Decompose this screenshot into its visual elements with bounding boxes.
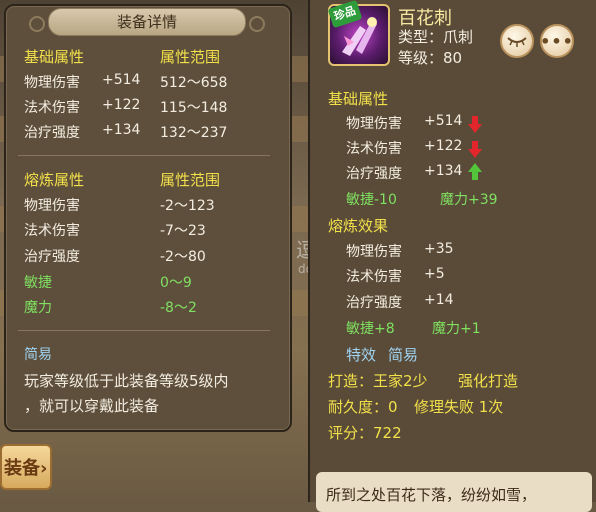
special-effect-value: 简易 (388, 346, 419, 364)
item-base-name: 物理伤害 (346, 116, 402, 132)
base-attr-name: 治疗强度 (24, 125, 80, 141)
simple-text-line2: ，就可以穿戴此装备 (24, 397, 160, 415)
refine-attr-range: -8～2 (160, 300, 197, 316)
craft-line: 打造：王家2少 (328, 372, 428, 390)
item-refine-name: 物理伤害 (346, 244, 402, 260)
chevron-right-icon: › (40, 458, 48, 479)
item-level: 等级：80 (398, 49, 463, 67)
base-attr-name: 物理伤害 (24, 75, 80, 91)
arrow-down-icon (468, 141, 482, 158)
item-description: 所到之处百花下落，纷纷如雪， (316, 472, 592, 512)
durability-line: 耐久度：0 (328, 398, 398, 416)
equipment-detail-title: 装备详情 (29, 8, 265, 36)
special-effect-label: 特效 (346, 346, 377, 364)
more-button[interactable]: ••• (540, 24, 574, 58)
item-base-value: +122 (424, 138, 463, 154)
arrow-down-icon (468, 116, 482, 133)
item-refine-name: 法术伤害 (346, 269, 402, 285)
divider (18, 155, 270, 156)
item-refine-extra: 敏捷+8 (346, 321, 395, 337)
equipment-detail-panel (4, 4, 292, 432)
item-base-header: 基础属性 (328, 90, 389, 108)
base-attr-value: +122 (102, 97, 141, 113)
base-attr-header: 基础属性 (24, 48, 85, 66)
equip-side-button-label: 装备 (4, 458, 40, 479)
item-refine-name: 治疗强度 (346, 295, 402, 311)
refine-attr-range: 0～9 (160, 275, 192, 291)
item-base-extra: 魔力+39 (440, 192, 498, 208)
arrow-up-icon (468, 163, 482, 180)
item-refine-value: +5 (424, 266, 445, 282)
repair-line: 修理失败 1次 (414, 398, 504, 416)
item-base-extra: 敏捷-10 (346, 192, 397, 208)
item-base-value: +134 (424, 163, 463, 179)
item-refine-header: 熔炼效果 (328, 217, 389, 235)
eye-closed-icon (507, 37, 527, 47)
item-refine-value: +35 (424, 241, 454, 257)
item-base-value: +514 (424, 113, 463, 129)
refine-attr-name: 敏捷 (24, 275, 52, 291)
refine-attr-range: -2～123 (160, 198, 215, 214)
refine-attr-header: 熔炼属性 (24, 171, 85, 189)
base-attr-range: 115～148 (160, 100, 228, 116)
simple-header: 简易 (24, 347, 52, 363)
divider (18, 330, 270, 331)
refine-attr-name: 魔力 (24, 300, 52, 316)
refine-attr-name: 治疗强度 (24, 249, 80, 265)
item-base-name: 治疗强度 (346, 166, 402, 182)
refine-attr-range: -2～80 (160, 249, 206, 265)
item-refine-value: +14 (424, 292, 454, 308)
base-attr-range: 132～237 (160, 125, 228, 141)
refine-attr-name: 法术伤害 (24, 223, 80, 239)
base-range-header: 属性范围 (160, 48, 221, 66)
hide-button[interactable] (500, 24, 534, 58)
base-attr-name: 法术伤害 (24, 100, 80, 116)
refine-attr-name: 物理伤害 (24, 198, 80, 214)
base-attr-range: 512～658 (160, 75, 228, 91)
craft-extra: 强化打造 (458, 372, 519, 390)
more-icon: ••• (540, 31, 574, 51)
base-attr-value: +514 (102, 72, 141, 88)
item-refine-extra: 魔力+1 (432, 321, 481, 337)
item-type: 类型：爪刺 (398, 28, 474, 46)
score-line: 评分：722 (328, 424, 402, 442)
equip-side-button[interactable]: 装备› (0, 444, 52, 490)
item-base-name: 法术伤害 (346, 141, 402, 157)
simple-text-line1: 玩家等级低于此装备等级5级内 (24, 372, 229, 390)
refine-attr-range: -7～23 (160, 223, 206, 239)
base-attr-value: +134 (102, 122, 141, 138)
refine-range-header: 属性范围 (160, 171, 221, 189)
